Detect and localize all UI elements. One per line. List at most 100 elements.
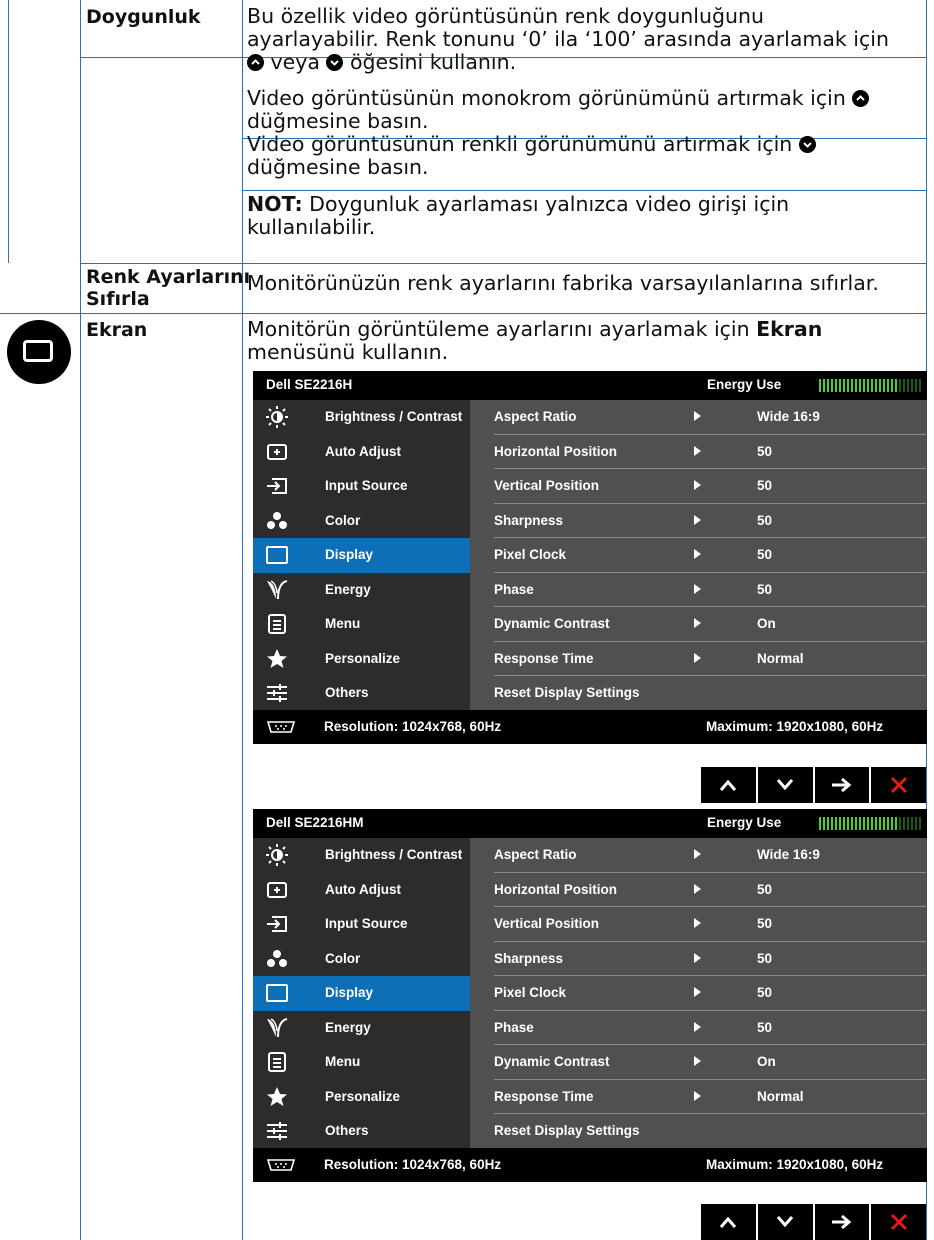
enter-button[interactable] xyxy=(814,1204,870,1240)
exit-button[interactable] xyxy=(871,1204,926,1240)
energy-bar xyxy=(891,817,893,830)
input-source-icon xyxy=(265,474,289,498)
osd-setting-name: Vertical Position xyxy=(494,916,600,931)
osd-menu-item[interactable]: Energy xyxy=(253,1011,470,1046)
menu-icon xyxy=(265,1050,289,1074)
energy-bar xyxy=(819,817,821,830)
osd-menu-item[interactable]: Display xyxy=(253,538,470,573)
energy-bar xyxy=(859,379,861,392)
arrow-right-icon xyxy=(694,1021,701,1032)
osd-setting-value: 50 xyxy=(757,950,773,966)
osd-setting-row[interactable]: Response Time Normal xyxy=(494,642,926,676)
exit-button[interactable] xyxy=(871,767,926,803)
brightness-icon xyxy=(265,843,289,867)
arrow-right-icon xyxy=(694,1090,701,1101)
osd-setting-value: On xyxy=(757,616,776,631)
osd-setting-row[interactable]: Horizontal Position 50 xyxy=(494,435,926,469)
osd-menu: Dell SE2216H Energy Use Brightness / Contr… xyxy=(253,371,927,744)
osd-setting-row[interactable]: Phase 50 xyxy=(494,573,926,607)
nav-buttons xyxy=(701,1204,926,1240)
arrow-right-icon xyxy=(694,480,701,490)
maximum-resolution-text: Maximum: 1920x1080, 60Hz xyxy=(706,719,884,734)
osd-menu-item[interactable]: Input Source xyxy=(253,907,470,942)
osd-setting-row[interactable]: Dynamic Contrast On xyxy=(494,607,926,642)
osd-setting-row[interactable]: Aspect Ratio Wide 16:9 xyxy=(494,838,926,873)
osd-menu-item[interactable]: Auto Adjust xyxy=(253,873,470,908)
energy-bar xyxy=(863,379,865,392)
osd-menu-item[interactable]: Personalize xyxy=(253,642,470,677)
osd-setting-row[interactable]: Response Time Normal xyxy=(494,1080,926,1114)
osd-setting-value: 50 xyxy=(757,547,773,562)
energy-bar xyxy=(887,817,889,830)
energy-bar xyxy=(831,379,833,392)
osd-menu-item[interactable]: Others xyxy=(253,676,470,711)
osd-menu-item[interactable]: Color xyxy=(253,504,470,539)
osd-setting-row[interactable]: Vertical Position 50 xyxy=(494,469,926,504)
osd-menu-item[interactable]: Energy xyxy=(253,573,470,608)
osd-setting-row[interactable]: Pixel Clock 50 xyxy=(494,538,926,573)
osd-menu-item[interactable]: Personalize xyxy=(253,1080,470,1115)
energy-use-label: Energy Use xyxy=(707,377,782,392)
osd-setting-row[interactable]: Horizontal Position 50 xyxy=(494,873,926,907)
energy-bar xyxy=(867,817,869,830)
osd-menu-item-label: Display xyxy=(325,985,374,1000)
up-button[interactable] xyxy=(701,767,756,803)
arrow-right-icon xyxy=(694,883,701,894)
energy-bar xyxy=(851,817,853,830)
row-divider xyxy=(0,313,926,314)
osd-setting-row[interactable]: Sharpness 50 xyxy=(494,942,926,976)
osd-setting-value: Wide 16:9 xyxy=(757,409,820,424)
osd-main-menu: Brightness / Contrast Auto Adjust Input So… xyxy=(253,838,470,1148)
energy-use-meter xyxy=(819,817,921,830)
arrow-right-icon xyxy=(694,583,701,594)
osd-setting-row[interactable]: Phase 50 xyxy=(494,1011,926,1045)
energy-bar xyxy=(827,379,829,392)
down-button[interactable] xyxy=(757,1204,813,1240)
osd-setting-row[interactable]: Vertical Position 50 xyxy=(494,907,926,942)
osd-setting-name: Dynamic Contrast xyxy=(494,1054,610,1069)
osd-setting-value: 50 xyxy=(757,478,773,493)
osd-menu-item[interactable]: Color xyxy=(253,942,470,977)
up-button[interactable] xyxy=(701,1204,756,1240)
osd-setting-value: 50 xyxy=(757,512,773,528)
energy-bar xyxy=(835,817,837,830)
energy-bar xyxy=(911,379,913,392)
down-button[interactable] xyxy=(757,767,813,803)
energy-bar xyxy=(911,817,913,830)
energy-bar xyxy=(875,817,877,830)
osd-menu-item[interactable]: Menu xyxy=(253,607,470,642)
osd-setting-name: Reset Display Settings xyxy=(494,685,640,700)
osd-setting-name: Response Time xyxy=(494,1088,594,1104)
osd-setting-row[interactable]: Reset Display Settings xyxy=(494,676,926,711)
osd-menu-item[interactable]: Input Source xyxy=(253,469,470,504)
osd-menu-item[interactable]: Auto Adjust xyxy=(253,435,470,470)
osd-setting-name: Pixel Clock xyxy=(494,547,567,562)
osd-setting-name: Aspect Ratio xyxy=(494,847,577,862)
term-doygunluk: Doygunluk xyxy=(86,6,201,28)
arrow-right-icon xyxy=(694,1056,701,1066)
osd-menu-item[interactable]: Brightness / Contrast xyxy=(253,838,470,873)
osd-setting-row[interactable]: Sharpness 50 xyxy=(494,504,926,538)
osd-setting-row[interactable]: Dynamic Contrast On xyxy=(494,1045,926,1080)
osd-menu-item[interactable]: Others xyxy=(253,1114,470,1149)
osd-setting-row[interactable]: Reset Display Settings xyxy=(494,1114,926,1149)
energy-bar xyxy=(859,817,861,830)
energy-bar xyxy=(903,817,905,830)
osd-menu-item-label: Others xyxy=(325,1123,369,1138)
energy-bar xyxy=(863,817,865,830)
osd-setting-name: Dynamic Contrast xyxy=(494,616,610,631)
energy-bar xyxy=(839,817,841,830)
osd-setting-row[interactable]: Pixel Clock 50 xyxy=(494,976,926,1011)
osd-setting-name: Phase xyxy=(494,1019,534,1035)
row-divider xyxy=(242,190,926,191)
osd-menu-item[interactable]: Brightness / Contrast xyxy=(253,400,470,435)
osd-menu-item[interactable]: Menu xyxy=(253,1045,470,1080)
osd-setting-row[interactable]: Aspect Ratio Wide 16:9 xyxy=(494,400,926,435)
color-icon xyxy=(265,509,289,533)
energy-bar xyxy=(819,379,821,392)
osd-menu-item[interactable]: Display xyxy=(253,976,470,1011)
doygunluk-note: NOT: Doygunluk ayarlaması yalnızca video… xyxy=(247,192,790,239)
osd-menu-item-label: Menu xyxy=(325,616,361,631)
enter-button[interactable] xyxy=(814,767,870,803)
energy-bar xyxy=(847,817,849,830)
